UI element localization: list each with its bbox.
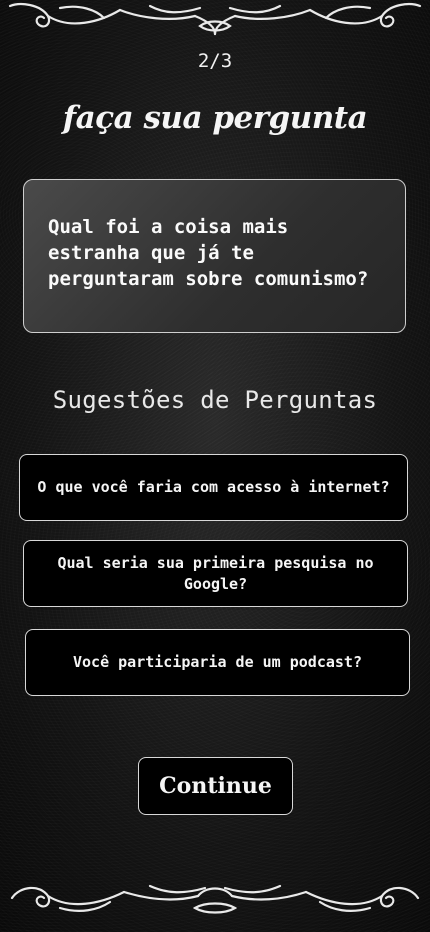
page-title: faça sua pergunta <box>62 100 368 136</box>
suggestion-button[interactable]: Qual seria sua primeira pesquisa no Goog… <box>23 540 408 607</box>
suggestion-button[interactable]: Você participaria de um podcast? <box>25 629 410 696</box>
continue-label: Continue <box>159 773 272 799</box>
bottom-ornament <box>0 878 430 922</box>
step-indicator: 2/3 <box>197 50 233 72</box>
suggestion-label: O que você faria com acesso à internet? <box>37 478 390 496</box>
suggestion-button[interactable]: O que você faria com acesso à internet? <box>19 454 408 521</box>
question-text: Qual foi a coisa mais estranha que já te… <box>48 216 369 290</box>
suggestion-label: Qual seria sua primeira pesquisa no Goog… <box>57 553 374 593</box>
suggestion-label: Você participaria de um podcast? <box>73 653 362 671</box>
suggestions-heading: Sugestões de Perguntas <box>52 386 378 414</box>
continue-button[interactable]: Continue <box>138 757 293 815</box>
question-box[interactable]: Qual foi a coisa mais estranha que já te… <box>23 179 406 333</box>
top-ornament <box>0 0 430 44</box>
